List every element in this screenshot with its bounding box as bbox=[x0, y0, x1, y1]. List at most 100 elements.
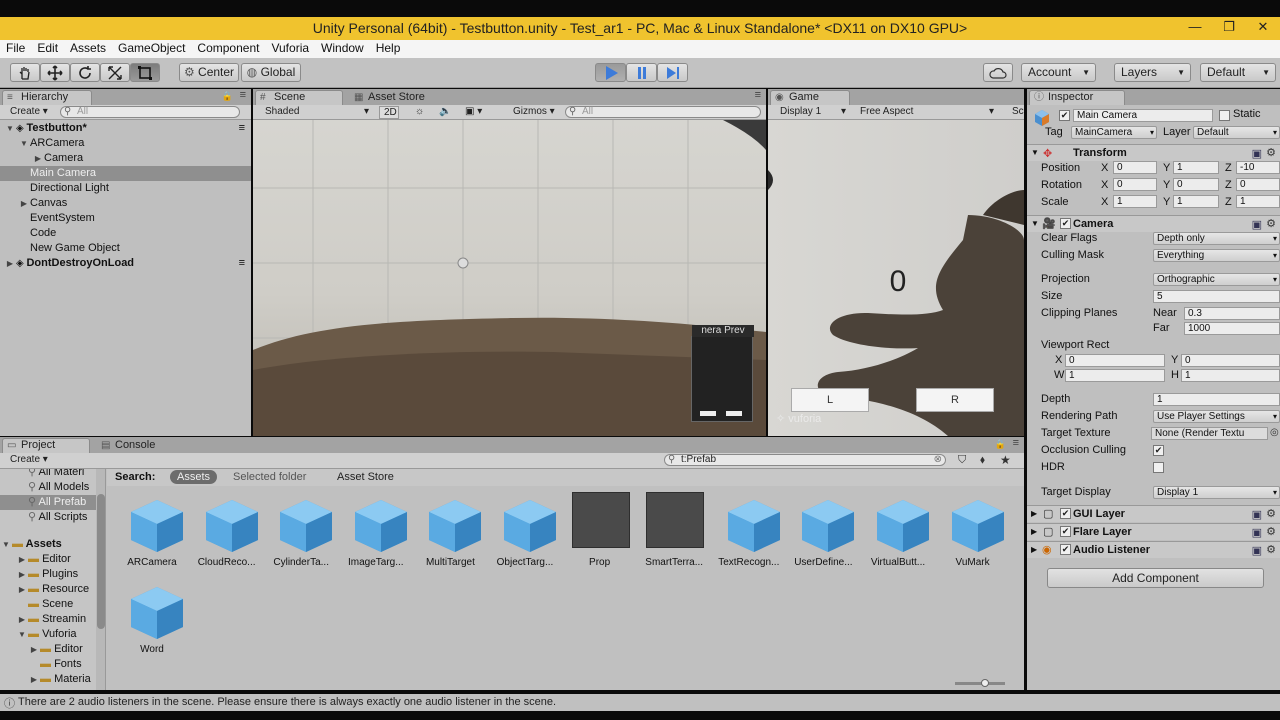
size-field[interactable]: 5 bbox=[1153, 290, 1280, 303]
minimize-button[interactable]: — bbox=[1178, 17, 1212, 40]
help-book-icon[interactable]: ▣ bbox=[1252, 525, 1262, 541]
game-left-button[interactable]: L bbox=[791, 388, 869, 412]
zoom-slider-thumb[interactable] bbox=[981, 679, 989, 687]
position-x-field[interactable]: 0 bbox=[1113, 161, 1157, 174]
chevron-right-icon[interactable]: ▶ bbox=[16, 582, 28, 597]
position-y-field[interactable]: 1 bbox=[1173, 161, 1219, 174]
hierarchy-item[interactable]: New Game Object bbox=[0, 241, 251, 256]
tab-game[interactable]: ◉ Game bbox=[770, 90, 850, 105]
help-book-icon[interactable]: ▣ bbox=[1252, 507, 1262, 523]
scene-search-input[interactable]: ⚲ All bbox=[565, 106, 761, 118]
folder-tree-item[interactable]: ▶ ▬ Editor bbox=[0, 552, 96, 567]
component-gear-icon[interactable]: ⚙ bbox=[1266, 216, 1276, 232]
rendering-path-dropdown[interactable]: Use Player Settings ▾ bbox=[1153, 410, 1280, 423]
hierarchy-item[interactable]: Directional Light bbox=[0, 181, 251, 196]
rotate-tool-button[interactable] bbox=[70, 63, 100, 82]
flare-layer-checkbox[interactable]: ✔ bbox=[1060, 526, 1071, 537]
scene-menu-icon[interactable]: ≡ bbox=[239, 121, 245, 136]
hierarchy-item[interactable]: ▼ ARCamera bbox=[0, 136, 251, 151]
prefab-asset[interactable]: CylinderTa... bbox=[264, 492, 338, 572]
favorite-item[interactable]: ⚲ All Prefab bbox=[0, 495, 96, 510]
prefab-asset[interactable]: ARCamera bbox=[115, 492, 189, 572]
prefab-asset[interactable]: VuMark bbox=[936, 492, 1010, 572]
assets-root[interactable]: ▼ ▬ Assets bbox=[0, 537, 96, 552]
menu-edit[interactable]: Edit bbox=[31, 40, 64, 58]
component-gear-icon[interactable]: ⚙ bbox=[1266, 524, 1276, 540]
chevron-down-icon[interactable]: ▼ bbox=[4, 121, 16, 136]
lock-icon[interactable]: 🔒 bbox=[995, 439, 1006, 450]
clear-search-icon[interactable]: ⊗ bbox=[934, 455, 942, 465]
hierarchy-create-dropdown[interactable]: Create ▾ bbox=[6, 106, 50, 119]
depth-field[interactable]: 1 bbox=[1153, 393, 1280, 406]
tab-console[interactable]: ▤ Console bbox=[96, 438, 180, 453]
hierarchy-item[interactable]: Code bbox=[0, 226, 251, 241]
active-checkbox[interactable]: ✔ bbox=[1059, 110, 1070, 121]
help-book-icon[interactable]: ▣ bbox=[1252, 217, 1262, 233]
object-name-field[interactable]: Main Camera bbox=[1073, 109, 1213, 122]
flare-layer-header[interactable]: ▶ ▢ ✔ Flare Layer ▣ ⚙ bbox=[1027, 523, 1280, 540]
prefab-asset[interactable]: ObjectTarg... bbox=[488, 492, 562, 572]
scene-menu-icon[interactable]: ≡ bbox=[239, 256, 245, 271]
hierarchy-item[interactable]: EventSystem bbox=[0, 211, 251, 226]
camera-header[interactable]: ▼ 🎥 ✔ Camera ▣ ⚙ bbox=[1027, 215, 1280, 232]
prefab-asset[interactable]: Word bbox=[115, 579, 189, 659]
panel-menu-icon[interactable]: ≡ bbox=[1013, 437, 1019, 449]
menu-assets[interactable]: Assets bbox=[64, 40, 112, 58]
folder-tree-item[interactable]: ▶ ▬ Editor bbox=[0, 642, 96, 657]
viewport-w-field[interactable]: 1 bbox=[1065, 369, 1165, 382]
prefab-asset[interactable]: CloudReco... bbox=[190, 492, 264, 572]
component-gear-icon[interactable]: ⚙ bbox=[1266, 145, 1276, 161]
folder-tree-item[interactable]: ▼ ▬ Vuforia bbox=[0, 627, 96, 642]
menu-window[interactable]: Window bbox=[315, 40, 370, 58]
hierarchy-item[interactable]: ▶ Canvas bbox=[0, 196, 251, 211]
cloud-button[interactable] bbox=[983, 63, 1013, 82]
tag-dropdown[interactable]: MainCamera ▾ bbox=[1071, 126, 1157, 139]
chevron-right-icon[interactable]: ▶ bbox=[16, 567, 28, 582]
layer-dropdown[interactable]: Default ▾ bbox=[1193, 126, 1280, 139]
hierarchy-scene-row[interactable]: ▶ ◈ DontDestroyOnLoad ≡ bbox=[0, 256, 251, 271]
component-gear-icon[interactable]: ⚙ bbox=[1266, 506, 1276, 522]
tab-project[interactable]: ▭ Project bbox=[2, 438, 90, 453]
chevron-down-icon[interactable]: ▼ bbox=[16, 627, 28, 642]
project-search-input[interactable]: ⚲ t:Prefab ⊗ bbox=[664, 454, 946, 466]
help-book-icon[interactable]: ▣ bbox=[1252, 543, 1262, 559]
gizmos-dropdown[interactable]: Gizmos ▾ bbox=[509, 106, 557, 119]
scale-y-field[interactable]: 1 bbox=[1173, 195, 1219, 208]
prefab-asset[interactable]: Prop bbox=[563, 492, 637, 572]
favorite-item[interactable]: ⚲ All Materi bbox=[0, 469, 96, 480]
camera-enabled-checkbox[interactable]: ✔ bbox=[1060, 218, 1071, 229]
play-button[interactable] bbox=[595, 63, 626, 82]
folder-tree-item[interactable]: ▶ ▬ Resource bbox=[0, 582, 96, 597]
target-texture-field[interactable]: None (Render Textu bbox=[1151, 427, 1268, 440]
hierarchy-item[interactable]: ▶ Camera bbox=[0, 151, 251, 166]
hierarchy-item[interactable]: Main Camera bbox=[0, 166, 251, 181]
rect-tool-button[interactable] bbox=[130, 63, 160, 82]
transform-header[interactable]: ▼ ✥ Transform ▣ ⚙ bbox=[1027, 144, 1280, 161]
game-viewport[interactable]: 0 L R ✧ vuforia bbox=[768, 120, 1024, 436]
effects-dropdown[interactable]: ▣ ▾ bbox=[461, 106, 489, 119]
chevron-right-icon[interactable]: ▶ bbox=[28, 642, 40, 657]
status-bar[interactable]: ⓘ There are 2 audio listeners in the sce… bbox=[0, 694, 1280, 711]
occlusion-culling-checkbox[interactable]: ✔ bbox=[1153, 445, 1164, 456]
scale-z-field[interactable]: 1 bbox=[1236, 195, 1280, 208]
menu-component[interactable]: Component bbox=[191, 40, 265, 58]
culling-mask-dropdown[interactable]: Everything ▾ bbox=[1153, 249, 1280, 262]
position-z-field[interactable]: -10 bbox=[1236, 161, 1280, 174]
add-component-button[interactable]: Add Component bbox=[1047, 568, 1264, 588]
game-right-button[interactable]: R bbox=[916, 388, 994, 412]
rotation-z-field[interactable]: 0 bbox=[1236, 178, 1280, 191]
audio-listener-checkbox[interactable]: ✔ bbox=[1060, 544, 1071, 555]
shading-dropdown[interactable]: Shaded ▾ bbox=[261, 106, 371, 119]
scope-assets-button[interactable]: Assets bbox=[170, 470, 218, 484]
scale-x-field[interactable]: 1 bbox=[1113, 195, 1157, 208]
pivot-center-toggle[interactable]: ⚙ Center bbox=[179, 63, 239, 82]
object-picker-icon[interactable]: ◎ bbox=[1270, 427, 1279, 438]
chevron-right-icon[interactable]: ▶ bbox=[18, 196, 30, 211]
chevron-right-icon[interactable]: ▶ bbox=[4, 256, 16, 271]
chevron-right-icon[interactable]: ▶ bbox=[16, 612, 28, 627]
hdr-checkbox[interactable] bbox=[1153, 462, 1164, 473]
hand-tool-button[interactable] bbox=[10, 63, 40, 82]
menu-vuforia[interactable]: Vuforia bbox=[265, 40, 315, 58]
hierarchy-scene-row[interactable]: ▼ ◈ Testbutton* ≡ bbox=[0, 121, 251, 136]
prefab-asset[interactable]: ImageTarg... bbox=[339, 492, 413, 572]
